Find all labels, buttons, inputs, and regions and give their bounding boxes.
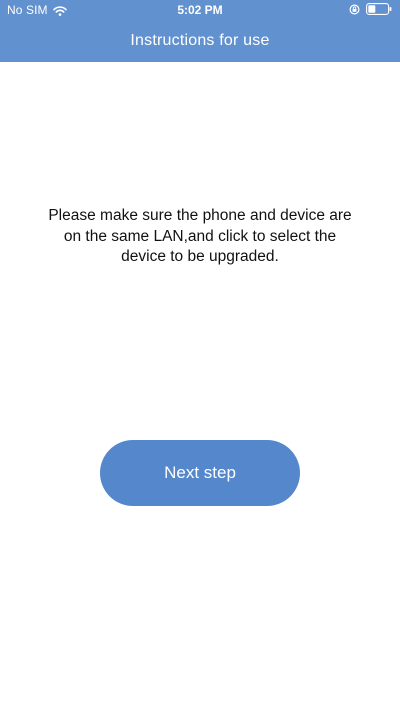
status-time: 5:02 PM xyxy=(177,3,223,17)
page-title: Instructions for use xyxy=(130,32,270,49)
rotation-lock-icon xyxy=(349,3,360,15)
status-right xyxy=(349,3,392,15)
next-step-button[interactable]: Next step xyxy=(100,440,300,506)
next-step-button-label: Next step xyxy=(164,463,236,482)
navigation-bar: Instructions for use xyxy=(0,20,400,62)
app-screen: No SIM 5:02 PM Instructions for use Plea… xyxy=(0,0,400,710)
top-bar: No SIM 5:02 PM Instructions for use xyxy=(0,0,400,62)
status-bar: No SIM 5:02 PM xyxy=(0,0,400,20)
battery-icon xyxy=(366,3,392,15)
instruction-text: Please make sure the phone and device ar… xyxy=(48,207,352,265)
